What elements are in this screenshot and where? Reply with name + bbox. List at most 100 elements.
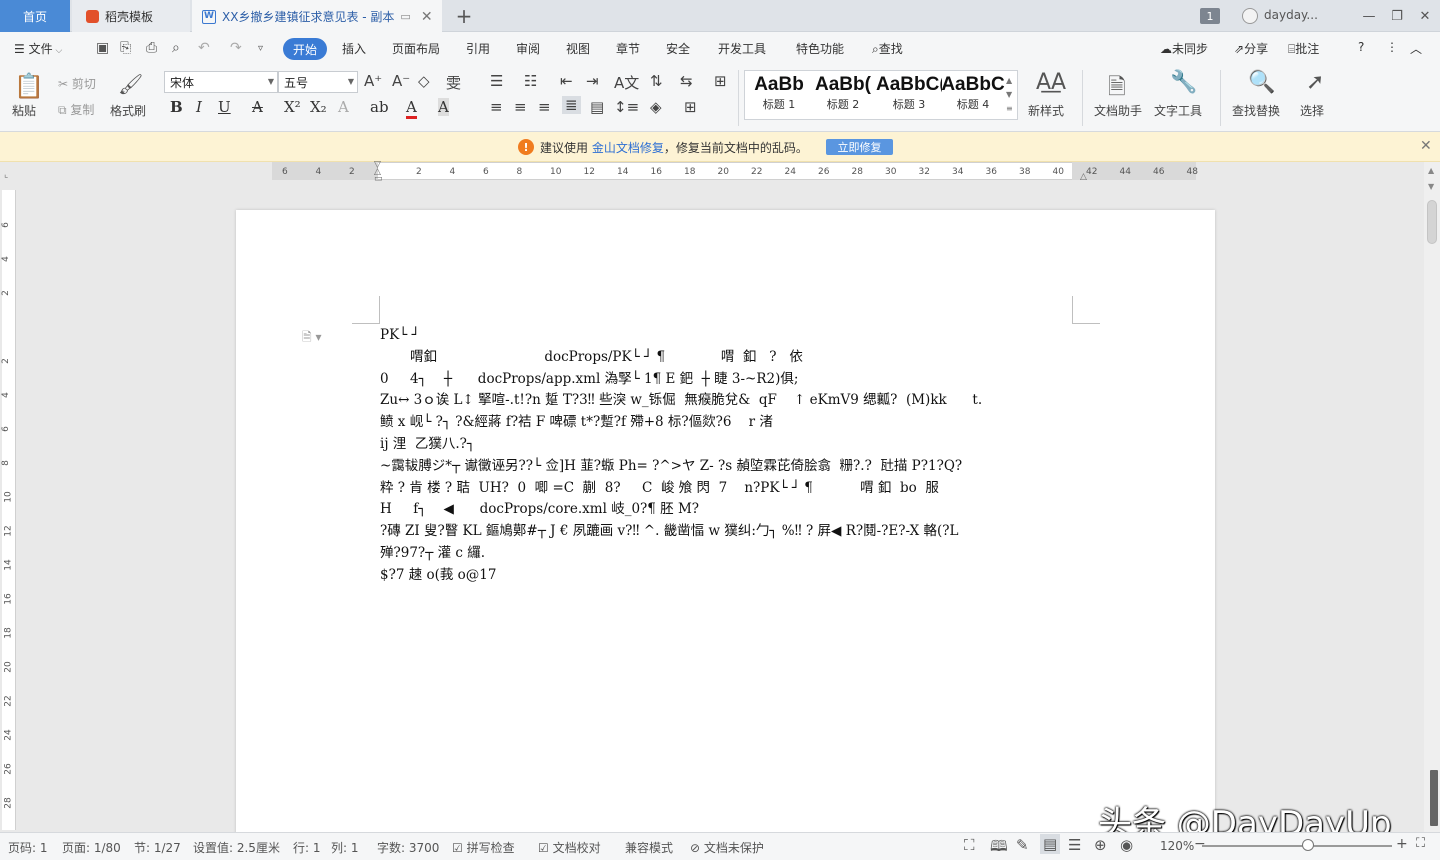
increase-indent-icon[interactable]: ⇥ [586, 72, 599, 90]
decrease-indent-icon[interactable]: ⇤ [560, 72, 573, 90]
menu-security[interactable]: 安全 [666, 40, 690, 57]
subscript-icon[interactable]: X₂ [310, 98, 327, 116]
scroll-page-control[interactable] [1430, 770, 1438, 826]
zoom-out-icon[interactable]: − [1194, 836, 1206, 852]
increase-font-icon[interactable]: A⁺ [364, 72, 382, 90]
web-view-icon[interactable]: ⊕ [1094, 836, 1107, 854]
tab-window-icon[interactable]: ▭ [400, 10, 410, 23]
scroll-thumb[interactable] [1427, 200, 1437, 244]
tab-daoke-templates[interactable]: 稻壳模板 [72, 0, 190, 32]
menu-special-features[interactable]: 特色功能 [796, 40, 844, 57]
user-avatar[interactable] [1242, 8, 1258, 24]
window-count-badge[interactable]: 1 [1200, 8, 1220, 24]
help-icon[interactable]: ? [1358, 40, 1364, 54]
protect-status[interactable]: ⊘ 文档未保护 [690, 839, 764, 856]
document-line[interactable]: ~靄韨膊ジ*┬ 谳黴诬另??└ 佥]H 韮?蝂 Ph= ?^>ヤ Z- ?s 赬… [380, 456, 1100, 478]
highlight-icon[interactable]: ab [370, 98, 389, 116]
file-menu[interactable]: ☰ 文件 ⌵ [14, 40, 62, 57]
page-view-icon[interactable]: ▤ [1040, 834, 1061, 854]
decrease-font-icon[interactable]: A⁻ [392, 72, 410, 90]
cut-button[interactable]: ✂ 剪切 [58, 75, 96, 92]
menu-insert[interactable]: 插入 [342, 40, 366, 57]
bullet-list-icon[interactable]: ☰ [490, 72, 503, 90]
write-mode-icon[interactable]: ✎ [1016, 836, 1029, 854]
save-icon[interactable]: ▣ [96, 40, 109, 56]
bold-icon[interactable]: B [170, 98, 183, 116]
superscript-icon[interactable]: X² [284, 98, 301, 116]
vertical-ruler[interactable]: 6 4 2 2 4 6 8 10 12 14 16 18 20 22 24 26 28 [1, 190, 16, 830]
print-icon[interactable]: ⎙ [146, 40, 157, 56]
scroll-options-icon[interactable]: ▼ [1428, 182, 1434, 191]
align-center-icon[interactable]: ≡ [514, 98, 527, 116]
status-section[interactable]: 节: 1/27 [134, 839, 181, 856]
new-tab-button[interactable]: + [452, 0, 476, 32]
document-line[interactable]: 殚?97?┬ 灌 c 纙. [380, 543, 1100, 565]
select-button[interactable]: 选择 [1300, 102, 1324, 119]
menu-chapter[interactable]: 章节 [616, 40, 640, 57]
zoom-slider-handle[interactable] [1302, 839, 1314, 851]
share-button[interactable]: ⇗分享 [1234, 40, 1268, 57]
phonetic-icon[interactable]: 雯 [446, 72, 461, 93]
border-icon[interactable]: ⊞ [684, 98, 697, 116]
justify-icon[interactable]: ≣ [562, 96, 581, 114]
line-spacing-icon[interactable]: ↕≡ [614, 98, 639, 116]
menu-page-layout[interactable]: 页面布局 [392, 40, 440, 57]
scroll-up-icon[interactable]: ▲ [1428, 166, 1434, 175]
distribute-icon[interactable]: ▤ [590, 98, 604, 116]
restore-icon[interactable]: ❐ [1382, 4, 1412, 28]
find-replace-button[interactable]: 查找替换 [1232, 102, 1280, 119]
tab-stop-selector[interactable]: ⌞ [4, 170, 8, 180]
format-painter-icon[interactable]: 🖌 [118, 72, 143, 96]
document-line[interactable]: 鲼 x 岘└ ?┐ ?&經蔣 f?袺 F 啤磦 t*?蹔?f 殢+8 标?傴欻?… [380, 412, 1100, 434]
style-heading-2[interactable]: AaBb(标题 2 [810, 74, 876, 118]
document-line[interactable]: $?7 趚 o(莪 o@17 [380, 565, 1100, 587]
document-line[interactable]: H f┐ ◀ docProps/core.xml 岐_0?¶ 胚 M? [380, 499, 1100, 521]
tab-home[interactable]: 首页 [0, 0, 70, 32]
chinese-layout-icon[interactable]: A文 [614, 72, 639, 93]
copy-button[interactable]: ⧉ 复制 [58, 101, 94, 118]
reading-mode-icon[interactable]: 🕮 [990, 836, 1008, 860]
spell-check-button[interactable]: ☑ 拼写检查 [452, 839, 515, 856]
more-icon[interactable]: ⋮ [1386, 40, 1398, 54]
font-color-icon[interactable]: A [406, 98, 417, 119]
repair-now-button[interactable]: 立即修复 [826, 139, 893, 155]
share-export-icon[interactable]: ⎘ [120, 40, 131, 56]
status-pages[interactable]: 页面: 1/80 [62, 839, 121, 856]
strikethrough-icon[interactable]: A [252, 98, 263, 116]
document-line[interactable]: 喟釦 docProps/PK└ ┘ ¶ 喟 釦 ? 依 [380, 347, 1100, 369]
status-word-count[interactable]: 字数: 3700 [377, 839, 439, 856]
paste-icon[interactable]: 📋 [14, 72, 44, 100]
zoom-slider[interactable] [1202, 845, 1392, 847]
menu-references[interactable]: 引用 [466, 40, 490, 57]
style-heading-3[interactable]: AaBbC(标题 3 [876, 74, 942, 118]
style-heading-4[interactable]: AaBbC 标题 4 [940, 74, 1006, 118]
shading-icon[interactable]: ◈ [650, 98, 662, 116]
document-line[interactable]: ij 浬 乙獛八.?┐ [380, 434, 1100, 456]
italic-icon[interactable]: I [196, 98, 202, 116]
document-line[interactable]: ?磚 ZI 叟?瞖 KL 鏂鳩鄚#┬ J € 夙蹗画 v?‼ ^. 畿凿愊 w … [380, 521, 1100, 543]
numbered-list-icon[interactable]: ☷ [524, 72, 537, 90]
char-shading-icon[interactable]: A [438, 98, 449, 116]
status-setting[interactable]: 设置值: 2.5厘米 [193, 839, 280, 856]
status-page[interactable]: 页码: 1 [8, 839, 48, 856]
collapse-ribbon-icon[interactable]: ︿ [1410, 40, 1422, 57]
find-replace-icon[interactable]: 🔍 [1248, 70, 1275, 95]
sync-status[interactable]: ☁未同步 [1160, 40, 1208, 57]
new-style-icon[interactable]: A͟A [1036, 70, 1066, 95]
menu-start[interactable]: 开始 [283, 38, 327, 60]
menu-review[interactable]: 审阅 [516, 40, 540, 57]
sort-icon[interactable]: ⇅ [650, 72, 663, 90]
document-line[interactable]: PK└ ┘ [380, 325, 1100, 347]
wrench-icon[interactable]: 🔧 [1170, 70, 1197, 95]
redo-icon[interactable]: ↷ [230, 40, 242, 56]
minimize-icon[interactable]: — [1354, 4, 1384, 28]
document-line[interactable]: Zu↔ 3ｏ诶 L↕ 掔喧-.t!?n 踅 T?3‼ 些湥 w_铄倔 無瘊脆兌&… [380, 390, 1100, 412]
cursor-select-icon[interactable]: ➚ [1306, 70, 1324, 95]
close-notice-icon[interactable]: ✕ [1420, 138, 1432, 154]
tab-close-icon[interactable]: ✕ [421, 9, 433, 25]
align-right-icon[interactable]: ≡ [538, 98, 551, 116]
close-window-icon[interactable]: ✕ [1410, 4, 1440, 28]
document-line[interactable]: 粋 ? 肯 楼 ? 聐 UH? 0 唧 =C 蒯 8? C 峻 飧 閃 7 n?… [380, 478, 1100, 500]
right-indent-marker-icon[interactable]: △ [1080, 172, 1087, 182]
eye-protect-icon[interactable]: ◉ [1120, 836, 1133, 854]
